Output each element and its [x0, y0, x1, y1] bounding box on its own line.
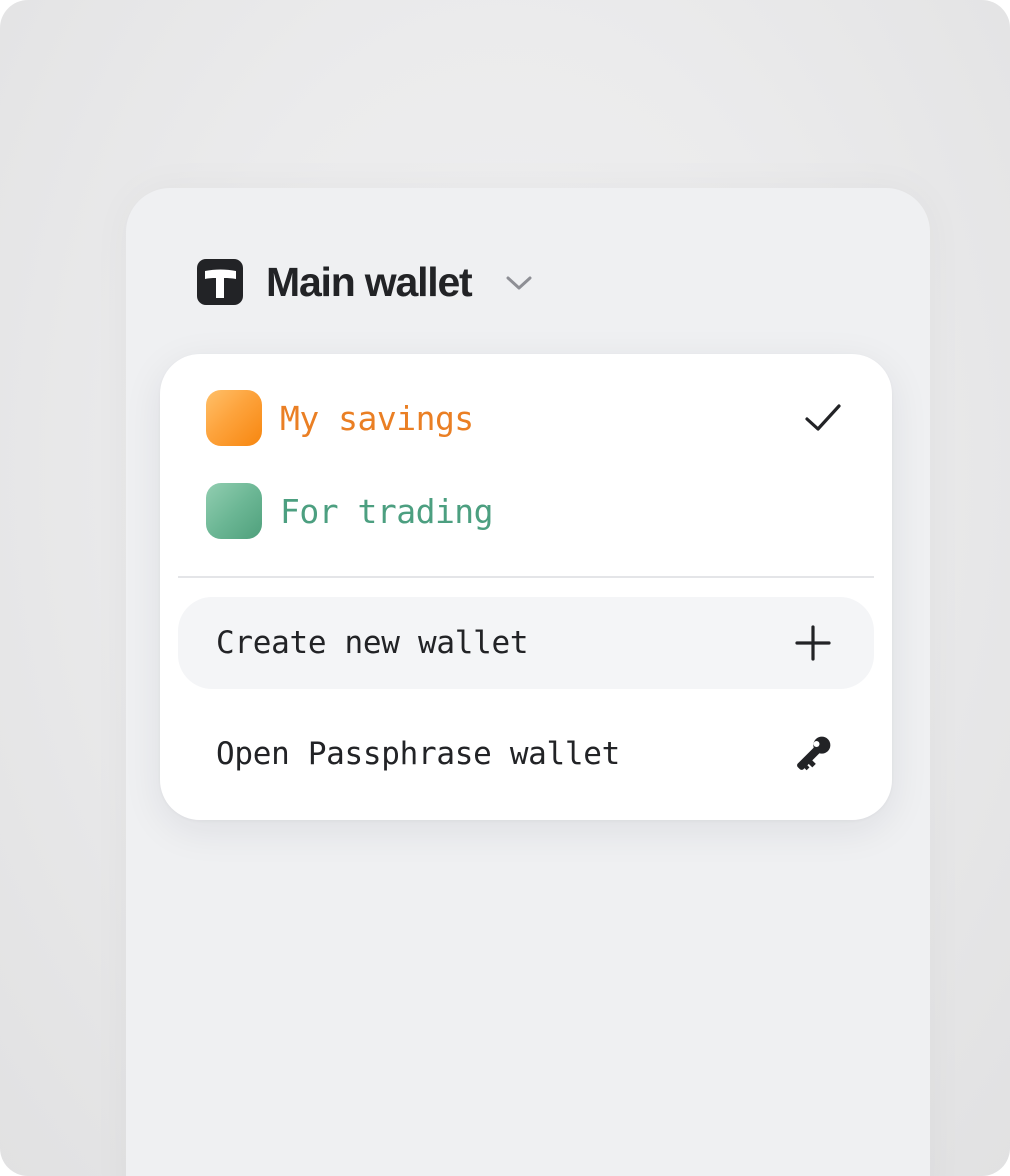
app-logo-icon: [197, 259, 243, 305]
wallet-color-swatch: [206, 483, 262, 539]
wallet-dropdown-menu: My savings For trading Create new wallet…: [160, 354, 892, 820]
open-passphrase-wallet-label: Open Passphrase wallet: [216, 736, 620, 772]
checkmark-icon: [805, 404, 841, 431]
create-new-wallet-label: Create new wallet: [216, 625, 529, 661]
menu-divider: [178, 576, 874, 578]
wallet-selector-header[interactable]: Main wallet: [196, 252, 536, 312]
wallet-option-for-trading[interactable]: For trading: [178, 471, 874, 551]
create-new-wallet-button[interactable]: Create new wallet: [178, 597, 874, 689]
open-passphrase-wallet-button[interactable]: Open Passphrase wallet: [178, 708, 874, 800]
wallet-title: Main wallet: [266, 258, 473, 305]
wallet-option-label: For trading: [280, 491, 494, 531]
wallet-option-label: My savings: [280, 398, 474, 438]
wallet-color-swatch: [206, 390, 262, 446]
chevron-down-icon[interactable]: [502, 265, 536, 299]
key-icon: [797, 736, 831, 771]
plus-icon: [795, 625, 831, 661]
wallet-option-my-savings[interactable]: My savings: [178, 378, 874, 458]
